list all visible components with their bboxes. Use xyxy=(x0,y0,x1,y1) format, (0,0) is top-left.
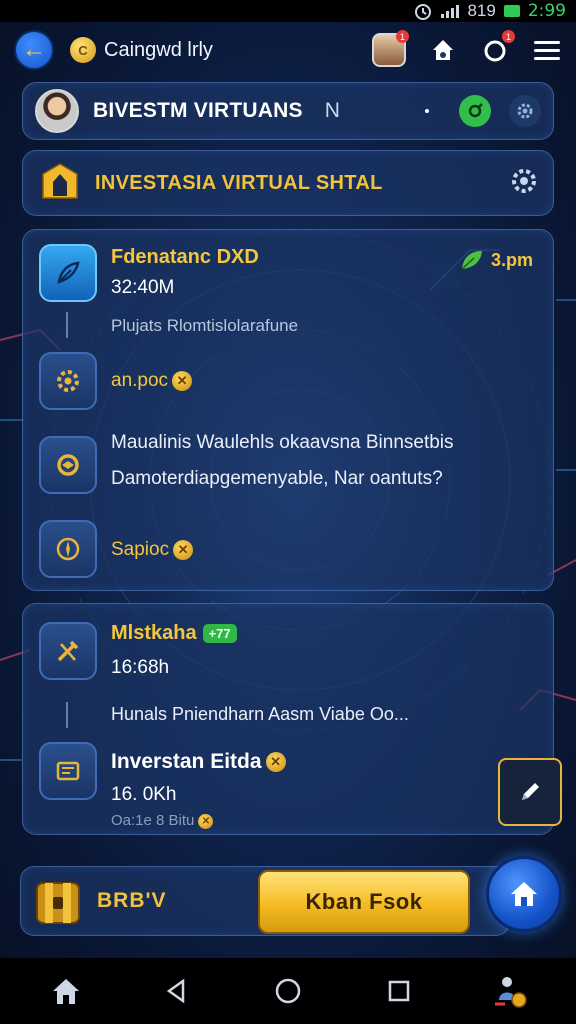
cog-icon xyxy=(57,370,79,392)
section-title: INVESTASIA VIRTUAL SHTAL xyxy=(95,171,383,194)
coin-icon: ✕ xyxy=(198,813,214,829)
system-navigation-bar xyxy=(0,958,576,1024)
tools-badge xyxy=(39,622,97,680)
reward-label-2: Sapioc ✕ xyxy=(111,539,194,561)
leaf-icon xyxy=(461,251,482,270)
reward-label: an.poc ✕ xyxy=(111,370,193,392)
menu-button[interactable] xyxy=(532,35,562,65)
home-fab-button[interactable] xyxy=(486,856,562,932)
item-title-text: Inverstan Eitda xyxy=(111,750,262,773)
gear-refresh-icon xyxy=(57,454,79,476)
nav-home-button[interactable] xyxy=(46,971,86,1011)
item-footnote-text: Oa:1e 8 Bitu xyxy=(111,812,195,829)
coin-icon: ✕ xyxy=(172,370,193,391)
reward-text: an.poc xyxy=(111,370,169,391)
time-tag: 3.pm xyxy=(459,248,533,272)
battery-icon xyxy=(503,5,520,17)
refresh-button[interactable]: 1 xyxy=(480,30,515,65)
feature-card[interactable]: Fdenatanc DXD 32:40M 3.pm Plujats Rlomti… xyxy=(22,229,554,591)
profile-suffix: N xyxy=(324,99,340,122)
profile-avatar[interactable] xyxy=(35,89,79,133)
primary-cta-button[interactable]: Kban Fsok xyxy=(258,870,470,934)
nav-overview-button[interactable] xyxy=(268,971,308,1011)
ledger-badge[interactable] xyxy=(39,742,97,800)
temple-emblem-icon xyxy=(42,163,78,199)
section-header: INVESTASIA VIRTUAL SHTAL xyxy=(22,150,554,216)
message-line-2: Damoterdiapgemenyable, Nar oantuts? xyxy=(111,468,443,489)
tools-icon xyxy=(57,640,79,662)
bonus-badge: +77 xyxy=(202,624,237,644)
item-amount: 16. 0Kh xyxy=(111,784,177,805)
gear-icon xyxy=(517,103,533,119)
reward-text-2: Sapioc xyxy=(111,539,170,560)
square-recents-icon xyxy=(388,980,410,1002)
item-card-title-text: Mlstkaha xyxy=(111,622,197,644)
profile-name: BIVESTM VIRTUANS xyxy=(93,99,303,122)
compass-icon xyxy=(56,537,80,561)
item-footnote: Oa:1e 8 Bitu ✕ xyxy=(111,812,214,829)
refresh-badge[interactable] xyxy=(39,436,97,494)
feather-icon xyxy=(57,261,80,284)
person-coin-icon xyxy=(495,977,528,1008)
item-card[interactable]: Mlstkaha +77 16:68h Hunals Pniendharn Aas… xyxy=(22,603,554,835)
signal-icon xyxy=(441,4,460,18)
section-settings-button[interactable] xyxy=(509,166,539,201)
item-card-title: Mlstkaha +77 xyxy=(111,622,237,645)
alarm-icon xyxy=(415,4,432,20)
link-button[interactable] xyxy=(459,95,491,127)
profile-bar: BIVESTM VIRTUANS N xyxy=(22,82,554,140)
edit-button[interactable] xyxy=(498,758,562,826)
card-title: Fdenatanc DXD xyxy=(111,246,259,268)
nav-back-button[interactable] xyxy=(157,971,197,1011)
item-title: Inverstan Eitda ✕ xyxy=(111,750,286,774)
hamburger-icon xyxy=(534,36,560,65)
coin-icon: ✕ xyxy=(173,539,194,560)
house-icon xyxy=(511,882,537,906)
home-button[interactable] xyxy=(428,35,458,65)
notification-badge: 1 xyxy=(396,30,409,43)
link-icon xyxy=(468,103,483,118)
card-amount: 32:40M xyxy=(111,277,175,298)
triangle-back-icon xyxy=(166,978,185,1004)
profile-settings-button[interactable] xyxy=(509,95,541,127)
timeline-connector xyxy=(66,312,68,338)
alert-badge: 1 xyxy=(502,30,515,43)
settings-badge[interactable] xyxy=(39,352,97,410)
user-avatar-button[interactable]: 1 xyxy=(372,30,409,67)
circle-home-icon xyxy=(275,978,301,1004)
status-bar: 819 2:99 xyxy=(0,0,576,22)
feather-badge xyxy=(39,244,97,302)
arrow-left-icon: ← xyxy=(22,36,46,63)
treasure-chest-icon xyxy=(36,882,80,924)
item-card-subtitle: Hunals Pniendharn Aasm Viabe Oo... xyxy=(111,704,409,724)
sim-text: 819 xyxy=(467,1,496,20)
house-icon xyxy=(433,40,453,60)
back-button[interactable]: ← xyxy=(14,30,54,70)
compass-badge[interactable] xyxy=(39,520,97,578)
ledger-icon xyxy=(56,761,80,781)
card-subtitle: Plujats Rlomtislolarafune xyxy=(111,316,299,335)
nav-accessibility-button[interactable] xyxy=(490,971,530,1011)
pencil-icon xyxy=(522,783,539,800)
brand-label: BRB'V xyxy=(97,889,167,912)
timeline-connector xyxy=(66,702,68,728)
app-title: Caingwd lrly xyxy=(104,38,213,61)
home-icon xyxy=(52,979,79,1004)
app-bar: ← C Caingwd lrly 1 1 xyxy=(0,22,576,78)
gear-icon xyxy=(512,168,536,193)
separator-dot xyxy=(425,109,429,113)
nav-recents-button[interactable] xyxy=(379,971,419,1011)
status-clock: 2:99 xyxy=(527,1,566,21)
app-logo-icon: C xyxy=(70,37,96,63)
card-time: 3.pm xyxy=(490,249,533,270)
message-line-1: Maualinis Waulehls okaavsna Binnsetbis xyxy=(111,432,454,453)
coin-icon: ✕ xyxy=(265,752,286,773)
item-card-amount: 16:68h xyxy=(111,657,170,678)
